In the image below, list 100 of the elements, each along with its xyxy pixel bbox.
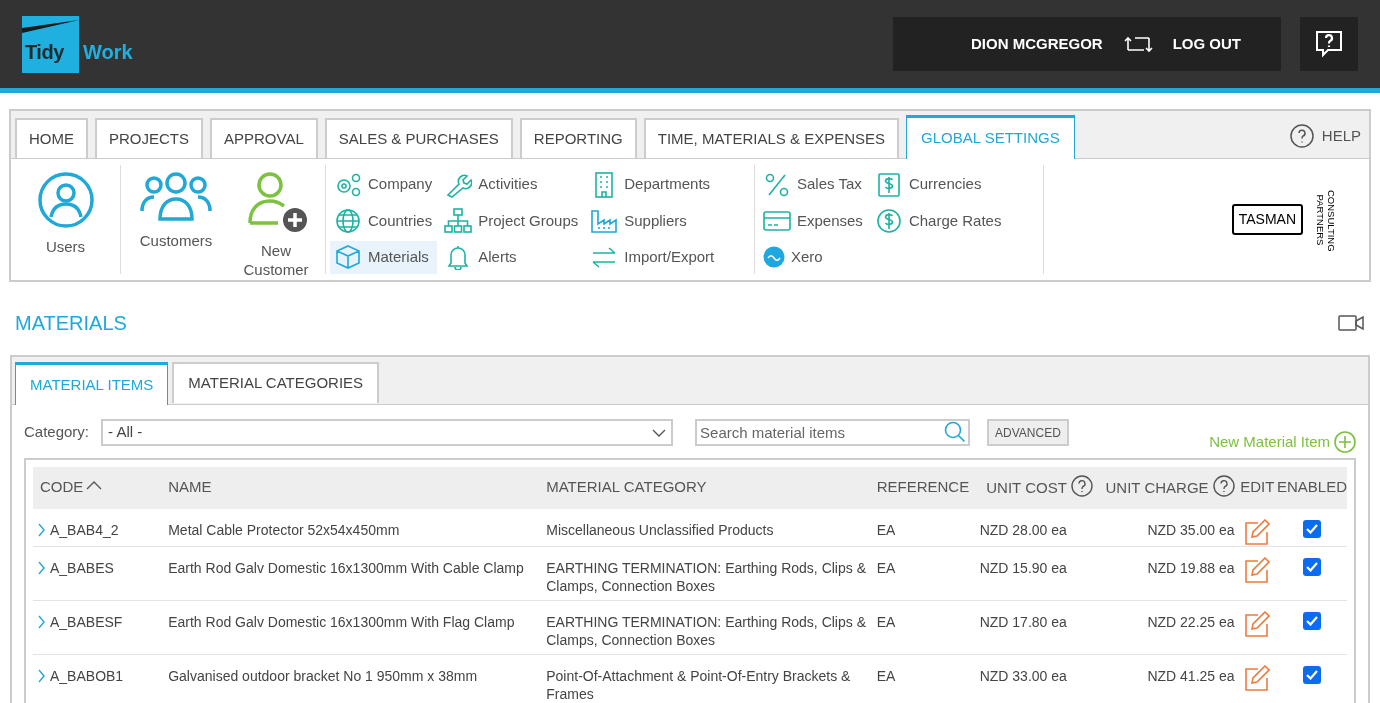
menu-button[interactable]: New Customer: [236, 171, 316, 279]
column-header: EDIT: [1237, 466, 1277, 509]
table-cell: NZD 22.25 ea: [1095, 600, 1238, 654]
checkbox[interactable]: [1302, 519, 1321, 538]
column-header: UNIT CHARGE: [1095, 466, 1238, 509]
menu-item[interactable]: Xero: [759, 240, 831, 274]
chevron-down-icon: [652, 428, 667, 437]
logout-button[interactable]: LOG OUT: [1122, 32, 1241, 56]
menu-item[interactable]: Charge Rates: [870, 204, 1010, 238]
nav-tab[interactable]: HOME: [15, 118, 88, 158]
table-cell: NZD 33.00 ea: [969, 654, 1096, 703]
globe-icon: [334, 207, 362, 234]
search-field[interactable]: Search material items: [695, 419, 971, 446]
column-header: NAME: [161, 466, 540, 509]
chevron-right-icon: [38, 523, 45, 537]
help-icon: [1212, 475, 1235, 498]
swap-icon: [1122, 34, 1153, 54]
user-icon: [36, 171, 95, 229]
menu-item[interactable]: Project Groups: [440, 204, 587, 238]
menu-item[interactable]: Expenses: [759, 204, 871, 238]
table-cell: EA: [869, 546, 970, 600]
table-cell: Point-Of-Attachment & Point-Of-Entry Brackets & Frames: [539, 654, 870, 703]
category-dropdown[interactable]: - All -: [101, 419, 674, 446]
table-cell: EARTHING TERMINATION: Earthing Rods, Clips & Clamps, Connection Boxes: [539, 600, 870, 654]
menu-item[interactable]: Currencies: [870, 168, 990, 201]
nav-tab[interactable]: REPORTING: [519, 118, 637, 158]
table-cell: NZD 35.00 ea: [1095, 508, 1238, 546]
add-icon: [1334, 431, 1356, 454]
page-title: MATERIALS: [15, 311, 127, 336]
table-cell: NZD 15.90 ea: [969, 546, 1096, 600]
checkbox[interactable]: [1302, 665, 1321, 684]
chevron-right-icon: [38, 561, 45, 575]
menu-item[interactable]: Alerts: [440, 240, 525, 274]
logo-tagline: CONSULTING PARTNERS: [1314, 189, 1337, 250]
expand-row-button[interactable]: A_BABESF: [38, 612, 123, 632]
menu-item[interactable]: Departments: [586, 168, 719, 201]
chevron-right-icon: [38, 669, 45, 683]
percent-icon: [763, 171, 791, 198]
expand-row-button[interactable]: A_BABOB1: [38, 666, 124, 686]
column-header[interactable]: CODE: [33, 466, 162, 509]
edit-icon[interactable]: [1244, 556, 1271, 583]
table-cell: EA: [869, 600, 970, 654]
table-cell: Metal Cable Protector 52x54x450mm: [161, 508, 540, 546]
table-cell: Galvanised outdoor bracket No 1 950mm x 38mm: [161, 654, 540, 703]
nav-tab[interactable]: APPROVAL: [210, 118, 318, 158]
nav-tab[interactable]: SALES & PURCHASES: [324, 118, 513, 158]
group-icon: [140, 171, 212, 223]
column-header: UNIT COST: [969, 466, 1096, 509]
help-link[interactable]: HELP: [1289, 124, 1361, 148]
edit-icon[interactable]: [1244, 610, 1271, 637]
checkbox[interactable]: [1302, 611, 1321, 630]
chevron-right-icon: [38, 615, 45, 629]
user-name: DION MCGREGOR: [971, 33, 1103, 54]
table-cell: NZD 28.00 ea: [969, 508, 1096, 546]
partner-logo: TASMAN: [1231, 204, 1303, 235]
advanced-button[interactable]: ADVANCED: [987, 419, 1069, 446]
content-tab[interactable]: MATERIAL CATEGORIES: [172, 362, 380, 403]
help-icon: [1314, 29, 1344, 59]
table-cell: Earth Rod Galv Domestic 16x1300mm With Flag Clamp: [161, 600, 540, 654]
menu-item[interactable]: Company: [330, 168, 441, 201]
help-icon: [1289, 124, 1314, 148]
factory-icon: [590, 207, 619, 234]
field-label: Category:: [24, 422, 90, 442]
table-cell: NZD 17.80 ea: [969, 600, 1096, 654]
nav-tab[interactable]: TIME, MATERIALS & EXPENSES: [643, 118, 900, 158]
cube-icon: [334, 244, 362, 271]
column-header: REFERENCE: [869, 466, 970, 509]
menu-button[interactable]: Users: [36, 171, 95, 274]
table-cell: EA: [869, 508, 970, 546]
column-header: MATERIAL CATEGORY: [539, 466, 870, 509]
edit-icon[interactable]: [1244, 518, 1271, 545]
column-header: ENABLED: [1276, 466, 1347, 509]
video-icon[interactable]: [1338, 314, 1365, 332]
logo-text: Work: [83, 39, 133, 65]
expand-row-button[interactable]: A_BAB4_2: [38, 520, 119, 540]
menu-button[interactable]: Customers: [139, 171, 213, 274]
search-icon[interactable]: [944, 421, 967, 443]
table-cell: Earth Rod Galv Domestic 16x1300mm With Cable Clamp: [161, 546, 540, 600]
help-icon: [1070, 475, 1093, 498]
table-cell: EA: [869, 654, 970, 703]
menu-item[interactable]: Suppliers: [586, 204, 695, 238]
sort-up-icon: [86, 481, 103, 491]
table-cell: EARTHING TERMINATION: Earthing Rods, Clips & Clamps, Connection Boxes: [539, 546, 870, 600]
expand-row-button[interactable]: A_BABES: [38, 558, 114, 578]
table-cell: NZD 19.88 ea: [1095, 546, 1238, 600]
menu-item[interactable]: Import/Export: [586, 240, 723, 274]
menu-item[interactable]: Sales Tax: [759, 168, 870, 201]
logo-text: Tidy: [25, 39, 64, 65]
nav-tab[interactable]: PROJECTS: [95, 118, 203, 158]
logo-stripe: [22, 19, 79, 34]
help-button[interactable]: [1300, 17, 1358, 71]
table-cell: Miscellaneous Unclassified Products: [539, 508, 870, 546]
menu-item[interactable]: Activities: [440, 168, 546, 201]
menu-item[interactable]: Countries: [330, 204, 441, 238]
hierarchy-icon: [444, 207, 473, 234]
dollar-coin-icon: [874, 207, 903, 234]
checkbox[interactable]: [1302, 557, 1321, 576]
table-cell: NZD 41.25 ea: [1095, 654, 1238, 703]
edit-icon[interactable]: [1244, 664, 1271, 691]
menu-item[interactable]: Materials: [330, 240, 437, 274]
